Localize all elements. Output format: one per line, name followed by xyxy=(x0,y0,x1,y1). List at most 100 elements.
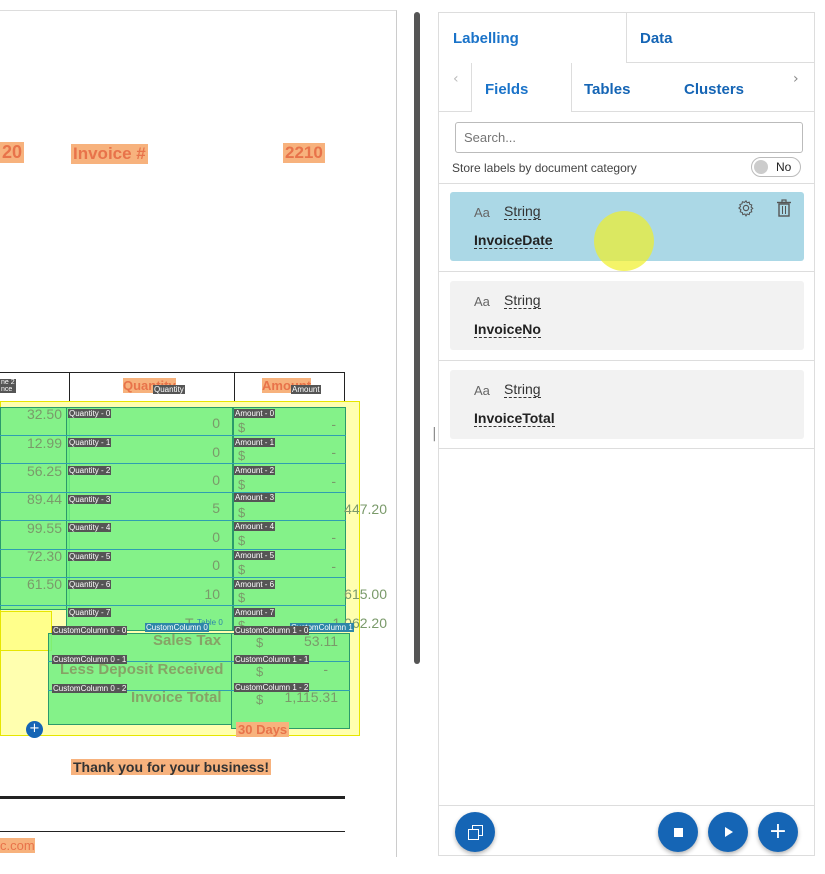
subtab-tables[interactable]: Tables xyxy=(584,81,630,98)
chevron-left-icon[interactable]: ‹ xyxy=(453,71,459,87)
quantity-tag-1: Quantity - 1 xyxy=(68,438,112,447)
subtab-clusters[interactable]: Clusters xyxy=(684,81,744,98)
quantity-1: 0 xyxy=(212,444,220,460)
payment-days[interactable]: 30 Days xyxy=(236,722,290,737)
field-type[interactable]: String xyxy=(504,203,541,220)
dollar-0: $ xyxy=(238,420,246,435)
field-name[interactable]: InvoiceNo xyxy=(474,321,541,338)
footer-website[interactable]: c.com xyxy=(0,838,35,853)
field-card-invoicedate[interactable]: Aa String InvoiceDate xyxy=(450,192,804,271)
string-type-icon: Aa xyxy=(474,383,490,398)
custom-tag-1-1: CustomColumn 1 - 1 xyxy=(234,655,310,664)
field-card-invoicetotal[interactable]: Aa String InvoiceTotal xyxy=(450,370,804,439)
quantity-tag-3: Quantity - 3 xyxy=(68,495,112,504)
amount-tag-3: Amount - 3 xyxy=(234,493,276,502)
quantity-tag-7: Quantity - 7 xyxy=(68,608,112,617)
table-col-line xyxy=(234,372,235,402)
dollar-1: $ xyxy=(238,448,246,463)
sales-tax-value: 53.11 xyxy=(304,633,338,649)
quantity-tag-2: Quantity - 2 xyxy=(68,466,112,475)
subtab-fields[interactable]: Fields xyxy=(471,63,572,112)
invoice-total-value: 1,115.31 xyxy=(284,689,338,705)
deposit-label: Less Deposit Received xyxy=(60,661,224,678)
invoice-label[interactable]: Invoice # xyxy=(71,144,148,164)
table-row-line xyxy=(0,605,346,606)
price-0: 32.50 xyxy=(26,406,62,422)
quantity-4: 0 xyxy=(212,529,220,545)
dollar-tax: $ xyxy=(256,635,264,650)
amount-2: - xyxy=(331,473,336,489)
quantity-tag-6: Quantity - 6 xyxy=(68,580,112,589)
partial-date-text[interactable]: 20 xyxy=(0,142,25,163)
table-top-line xyxy=(0,372,345,373)
thank-you-text[interactable]: Thank you for your business! xyxy=(71,759,272,775)
store-labels-text: Store labels by document category xyxy=(452,161,637,175)
dollar-6: $ xyxy=(238,590,246,605)
add-row-button[interactable]: + xyxy=(26,721,43,738)
price-2: 56.25 xyxy=(26,463,62,479)
dollar-2: $ xyxy=(238,477,246,492)
custom-column-0-tag: CustomColumn 0 xyxy=(145,623,209,632)
tab-data[interactable]: Data xyxy=(626,13,815,63)
trash-icon[interactable] xyxy=(776,199,792,217)
document-canvas[interactable]: 20 Invoice # 2210 Quantity Amount Quanti… xyxy=(0,10,397,857)
tab-labelling[interactable]: Labelling xyxy=(439,13,627,62)
amount-6: 615.00 xyxy=(344,586,387,602)
divider xyxy=(439,271,815,272)
field-type[interactable]: String xyxy=(504,292,541,309)
labelling-panel: Labelling Data ‹ Fields Tables Clusters … xyxy=(438,12,815,856)
amount-4: - xyxy=(331,529,336,545)
quantity-header-tag: Quantity xyxy=(153,385,185,394)
quantity-6: 10 xyxy=(204,586,220,602)
dollar-5: $ xyxy=(238,562,246,577)
table-col-line xyxy=(69,372,70,402)
subtab-fields-label: Fields xyxy=(485,81,529,98)
string-type-icon: Aa xyxy=(474,294,490,309)
toggle-knob xyxy=(754,160,768,174)
amount-tag-5: Amount - 5 xyxy=(234,551,276,560)
quantity-2: 0 xyxy=(212,472,220,488)
amount-header-tag: Amount xyxy=(291,385,321,394)
quantity-tag-4: Quantity - 4 xyxy=(68,523,112,532)
amount-0: - xyxy=(331,416,336,432)
divider xyxy=(439,360,815,361)
amount-tag-4: Amount - 4 xyxy=(234,522,276,531)
amount-tag-2: Amount - 2 xyxy=(234,466,276,475)
copy-button[interactable] xyxy=(455,812,495,852)
store-labels-toggle[interactable]: No xyxy=(751,157,801,177)
amount-3: 447.20 xyxy=(344,501,387,517)
tab-labelling-label: Labelling xyxy=(453,30,519,47)
search-input[interactable] xyxy=(455,122,803,153)
field-name[interactable]: InvoiceTotal xyxy=(474,410,555,427)
field-name[interactable]: InvoiceDate xyxy=(474,232,553,249)
bottom-divider xyxy=(439,805,815,806)
panel-splitter[interactable] xyxy=(414,12,420,664)
quantity-tag-0: Quantity - 0 xyxy=(68,409,112,418)
table-region-left xyxy=(0,611,52,651)
price-4: 99.55 xyxy=(26,520,62,536)
price-1: 12.99 xyxy=(26,435,62,451)
dollar-3: $ xyxy=(238,505,246,520)
footer-rule-thin xyxy=(0,831,345,832)
chevron-right-icon[interactable]: › xyxy=(793,71,799,87)
play-button[interactable] xyxy=(708,812,748,852)
custom-tag-1-0: CustomColumn 1 - 0 xyxy=(234,626,310,635)
amount-tag-6: Amount - 6 xyxy=(234,580,276,589)
add-field-button[interactable]: + xyxy=(758,812,798,852)
dollar-4: $ xyxy=(238,533,246,548)
quantity-3: 5 xyxy=(212,500,220,516)
deposit-value: - xyxy=(323,661,328,677)
invoice-number[interactable]: 2210 xyxy=(283,143,325,163)
copy-icon xyxy=(468,825,483,840)
divider xyxy=(439,183,815,184)
invoice-total-label: Invoice Total xyxy=(131,689,222,706)
table-col-line xyxy=(344,372,345,402)
string-type-icon: Aa xyxy=(474,205,490,220)
stop-button[interactable] xyxy=(658,812,698,852)
stop-icon xyxy=(673,827,683,837)
gear-icon[interactable] xyxy=(737,199,755,217)
amount-1: - xyxy=(331,444,336,460)
field-card-invoiceno[interactable]: Aa String InvoiceNo xyxy=(450,281,804,350)
field-type[interactable]: String xyxy=(504,381,541,398)
price-3: 89.44 xyxy=(26,491,62,507)
